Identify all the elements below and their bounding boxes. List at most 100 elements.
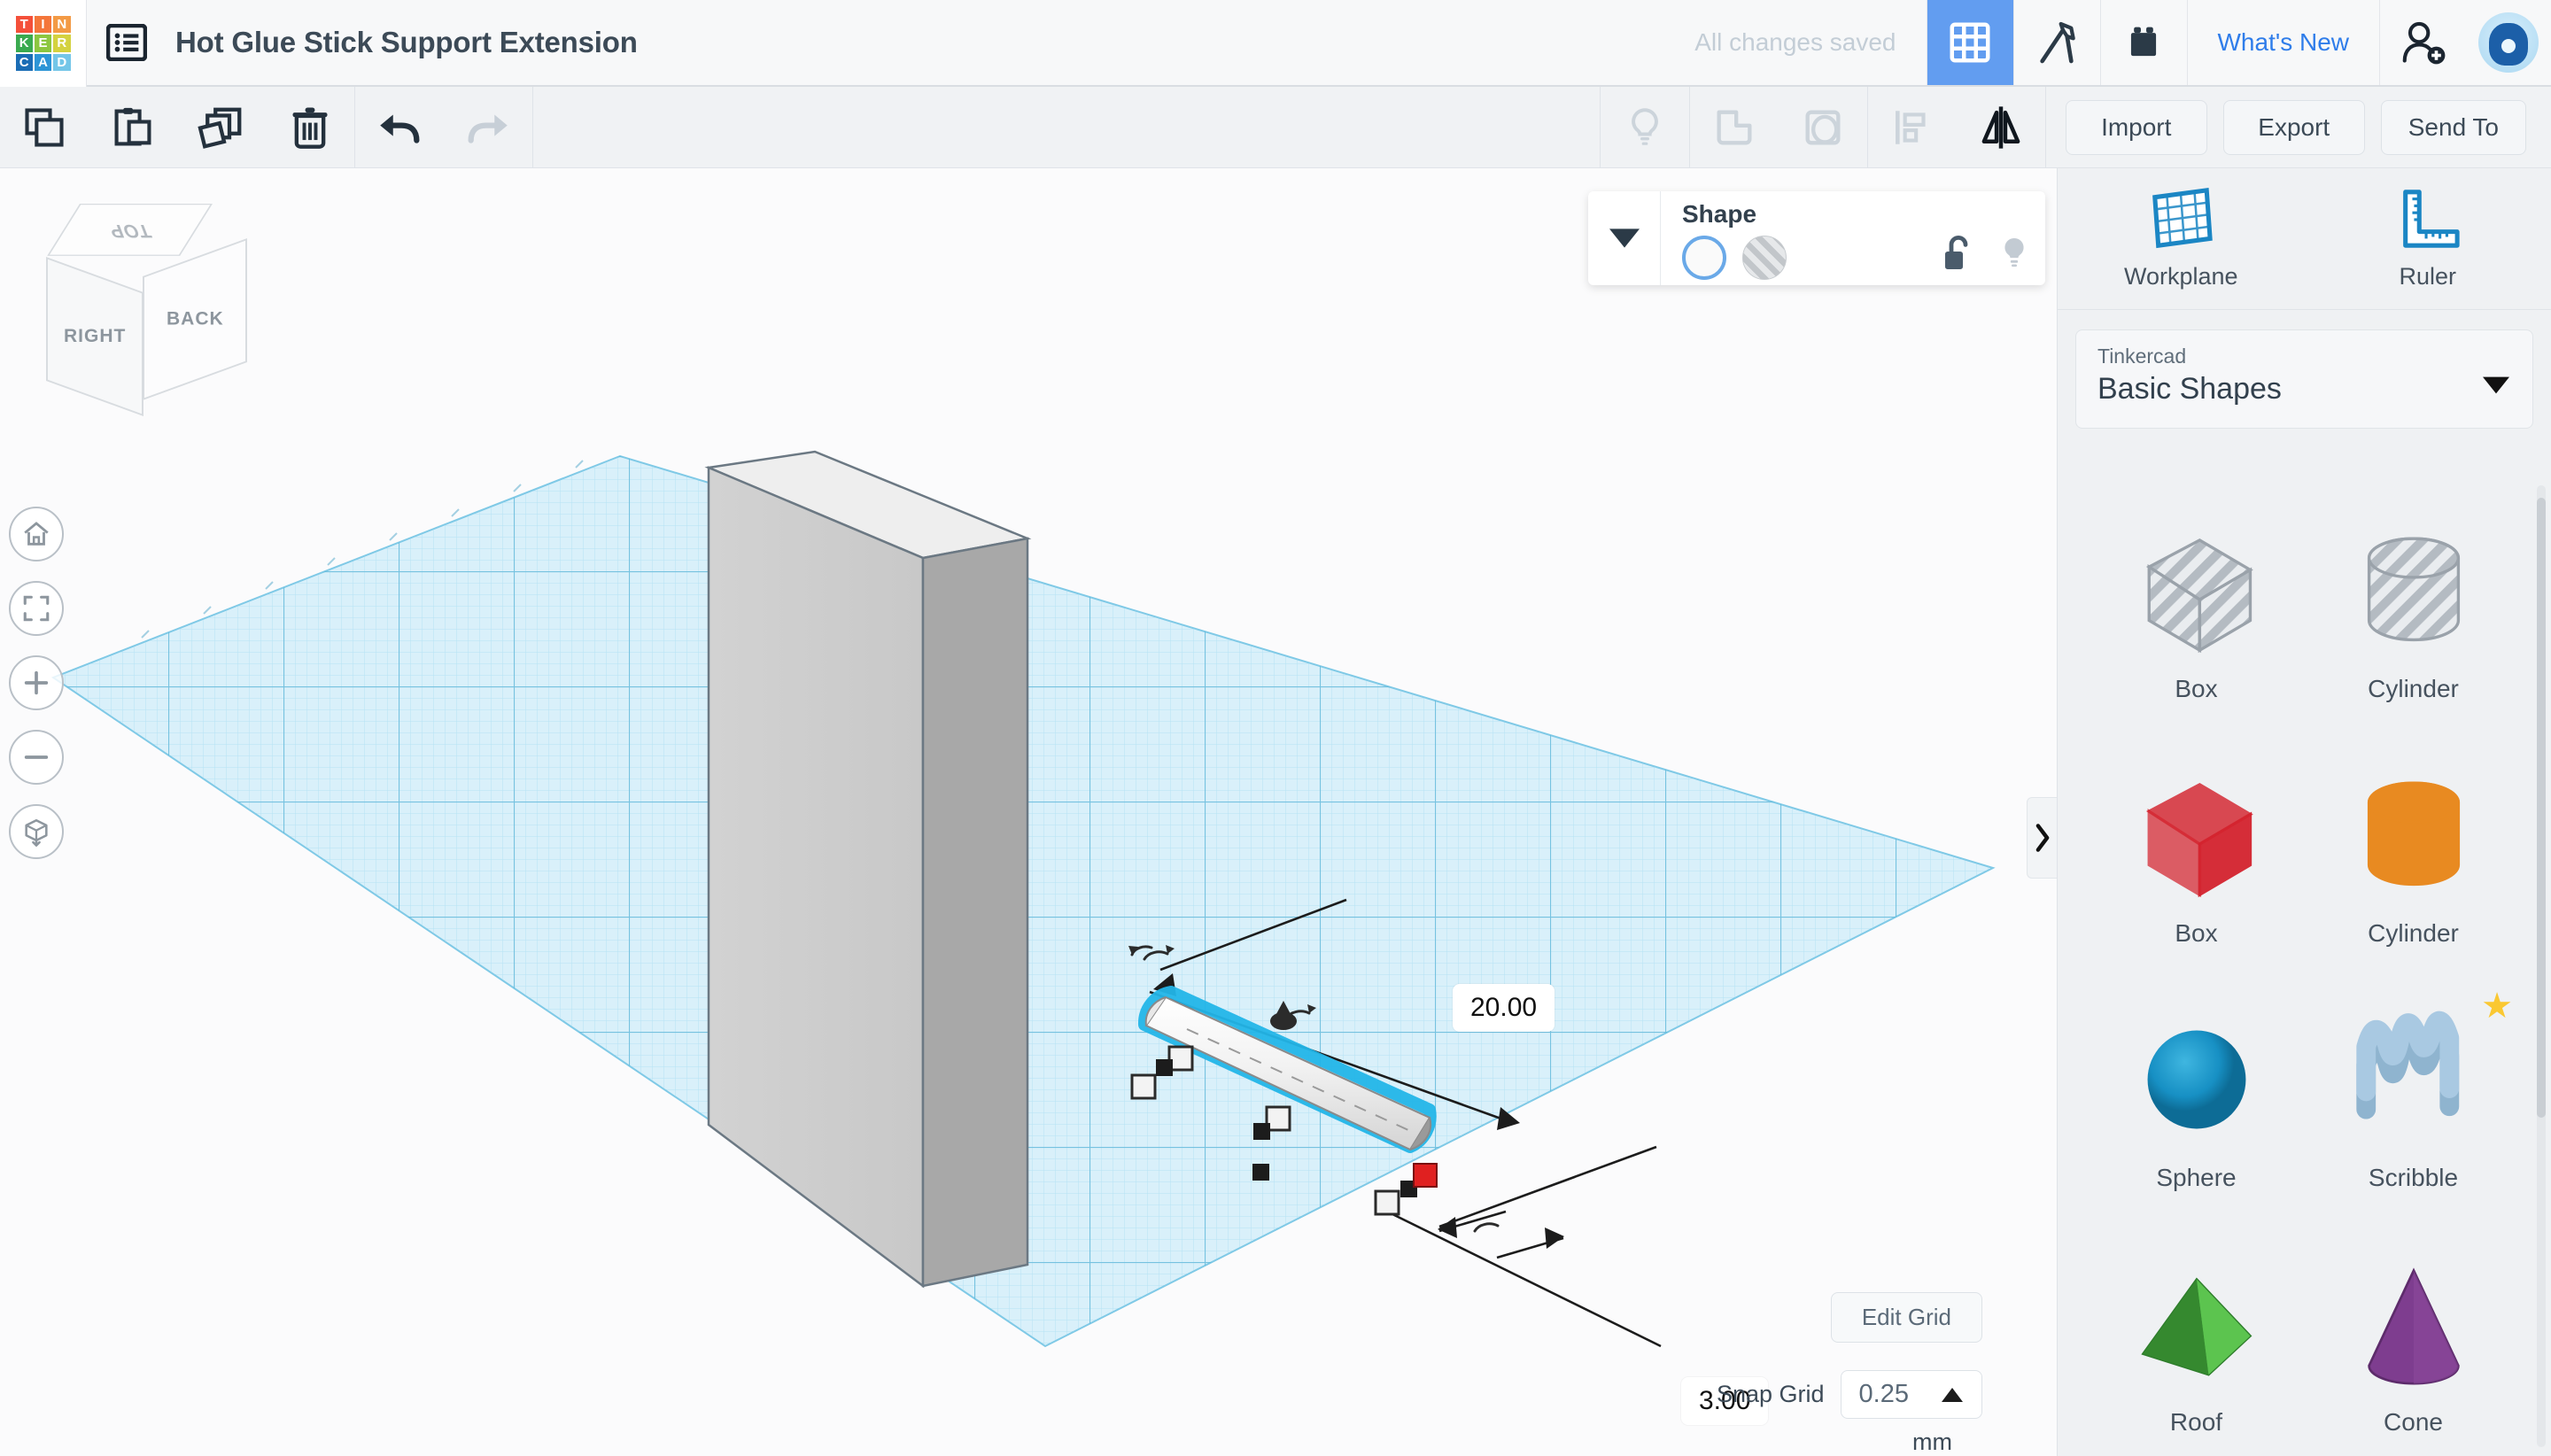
avatar[interactable]: [2466, 0, 2551, 85]
ruler-tool-label: Ruler: [2399, 263, 2457, 290]
roof-thumbnail-icon: [2122, 1245, 2271, 1403]
hole-swatch[interactable]: [1742, 236, 1787, 280]
workplane-icon: [2152, 188, 2214, 249]
shape-box-hole[interactable]: Box: [2088, 500, 2305, 744]
cylinder-thumbnail-icon: [2339, 512, 2488, 670]
view-cube-top-label: TOP: [105, 220, 155, 241]
shape-panel-title: Shape: [1682, 200, 1757, 228]
app-header: TIN KER CAD Hot Glue Stick Support Extensi…: [0, 0, 2551, 87]
shape-label: Scribble: [2368, 1164, 2459, 1191]
save-status: All changes saved: [1694, 28, 1896, 56]
library-collection: Basic Shapes: [2097, 372, 2282, 406]
home-icon: [24, 522, 49, 546]
design-canvas[interactable]: TOP RIGHT BACK 20.00 3.00 Edit Grid Snap…: [0, 168, 2057, 1456]
workplane-3d-scene[interactable]: [0, 168, 2057, 1456]
add-person-icon[interactable]: [2379, 0, 2466, 85]
lightbulb-icon[interactable]: [1999, 234, 2029, 273]
delete-icon[interactable]: [266, 87, 354, 168]
mode-bricks-button[interactable]: [2099, 0, 2187, 85]
logo-letter-a-7: A: [34, 53, 52, 71]
mirror-icon[interactable]: [1957, 87, 2045, 168]
shape-library-select[interactable]: Tinkercad Basic Shapes: [2075, 329, 2533, 429]
view-cube-face-top[interactable]: TOP: [47, 204, 213, 256]
duplicate-icon[interactable]: [177, 87, 266, 168]
toolbar-divider-2: [532, 86, 533, 168]
box-thumbnail-icon: [2122, 756, 2271, 914]
export-button[interactable]: Export: [2222, 99, 2365, 155]
edit-grid-button[interactable]: Edit Grid: [1830, 1292, 1982, 1343]
user-avatar-image: [2478, 12, 2539, 73]
snap-grid-select[interactable]: 0.25: [1840, 1370, 1982, 1419]
shape-library-grid: Box Cylinder Box Cylinder Sphere ★ Scribb…: [2058, 478, 2551, 1456]
snap-grid-value: 0.25: [1858, 1380, 1909, 1408]
shape-label: Roof: [2169, 1408, 2223, 1436]
view-cube-back-label: BACK: [166, 308, 224, 329]
logo-letter-d-8: D: [53, 53, 71, 71]
logo-letter-c-6: C: [15, 53, 33, 71]
ungroup-icon: [1779, 87, 1867, 168]
shape-panel-body: Shape: [1661, 191, 2045, 285]
shapes-sidebar: Workplane Ruler Tinkercad Basic Shapes B…: [2057, 168, 2551, 1456]
perspective-toggle-button[interactable]: [9, 804, 64, 859]
view-cube[interactable]: TOP RIGHT BACK: [27, 195, 247, 417]
shape-sphere[interactable]: Sphere: [2088, 988, 2305, 1233]
snap-grid-label: Snap Grid: [1716, 1381, 1825, 1407]
snap-grid-control: Snap Grid 0.25: [1717, 1370, 1982, 1419]
zoom-in-button[interactable]: [9, 655, 64, 710]
chevron-down-icon[interactable]: [1588, 191, 1661, 285]
header-spacer: [638, 0, 1695, 85]
redo-icon: [444, 87, 532, 168]
zoom-out-button[interactable]: [9, 730, 64, 785]
shape-roof[interactable]: Roof: [2088, 1233, 2305, 1456]
dimension-lines-width: [1381, 1207, 1662, 1348]
box-thumbnail-icon: [2122, 512, 2271, 670]
send-to-button[interactable]: Send To: [2380, 99, 2526, 155]
shape-cylinder-hole[interactable]: Cylinder: [2305, 500, 2522, 744]
paste-icon[interactable]: [89, 87, 177, 168]
page-title[interactable]: Hot Glue Stick Support Extension: [167, 0, 638, 85]
shape-box-red[interactable]: Box: [2088, 744, 2305, 988]
snap-grid-unit: mm: [1912, 1429, 1952, 1455]
logo-letter-r-5: R: [53, 35, 71, 52]
workplane-tool-label: Workplane: [2123, 263, 2238, 290]
dimension-length-label[interactable]: 20.00: [1453, 984, 1555, 1032]
whats-new-link[interactable]: What's New: [2186, 0, 2380, 85]
mode-minecraft-button[interactable]: [2012, 0, 2100, 85]
shape-cone[interactable]: Cone: [2305, 1233, 2522, 1456]
sidebar-scrollbar[interactable]: [2537, 498, 2546, 1118]
cube-view-icon: [25, 818, 48, 847]
logo-letter-i-1: I: [34, 16, 52, 34]
unlock-icon[interactable]: [1942, 234, 1974, 273]
mode-3d-design-button[interactable]: [1926, 0, 2013, 85]
library-owner: Tinkercad: [2097, 345, 2187, 368]
import-button[interactable]: Import: [2065, 99, 2207, 155]
shape-label: Box: [2175, 675, 2218, 702]
copy-icon[interactable]: [0, 87, 89, 168]
main-toolbar: Import Export Send To: [0, 86, 2551, 168]
caret-up-icon: [1942, 1387, 1963, 1402]
undo-icon[interactable]: [355, 87, 444, 168]
tinkercad-logo[interactable]: TIN KER CAD: [0, 0, 87, 87]
shape-cylinder-orange[interactable]: Cylinder: [2305, 744, 2522, 988]
logo-letter-n-2: N: [53, 16, 71, 34]
featured-star-icon: ★: [2481, 987, 2513, 1026]
ruler-tool[interactable]: Ruler: [2305, 168, 2551, 309]
shape-scribble[interactable]: ★ Scribble: [2305, 988, 2522, 1233]
cone-thumbnail-icon: [2339, 1245, 2488, 1403]
list-menu-icon[interactable]: [87, 0, 167, 85]
shape-panel-actions: [1942, 234, 2029, 273]
group-icon: [1690, 87, 1779, 168]
height-handle: [1413, 1163, 1438, 1188]
solid-swatch[interactable]: [1682, 236, 1726, 280]
fit-to-view-button[interactable]: [9, 581, 64, 636]
3d-design-icon: [1950, 22, 1990, 63]
shape-label: Cylinder: [2368, 919, 2459, 947]
home-view-button[interactable]: [9, 507, 64, 561]
cylinder-thumbnail-icon: [2339, 756, 2488, 914]
sphere-thumbnail-icon: [2122, 1001, 2271, 1158]
workplane-tool[interactable]: Workplane: [2058, 168, 2305, 309]
ruler-icon: [2402, 190, 2460, 248]
logo-letter-t-0: T: [15, 16, 33, 34]
chevron-right-icon[interactable]: [2027, 797, 2057, 879]
scribble-thumbnail-icon: [2339, 1001, 2488, 1158]
